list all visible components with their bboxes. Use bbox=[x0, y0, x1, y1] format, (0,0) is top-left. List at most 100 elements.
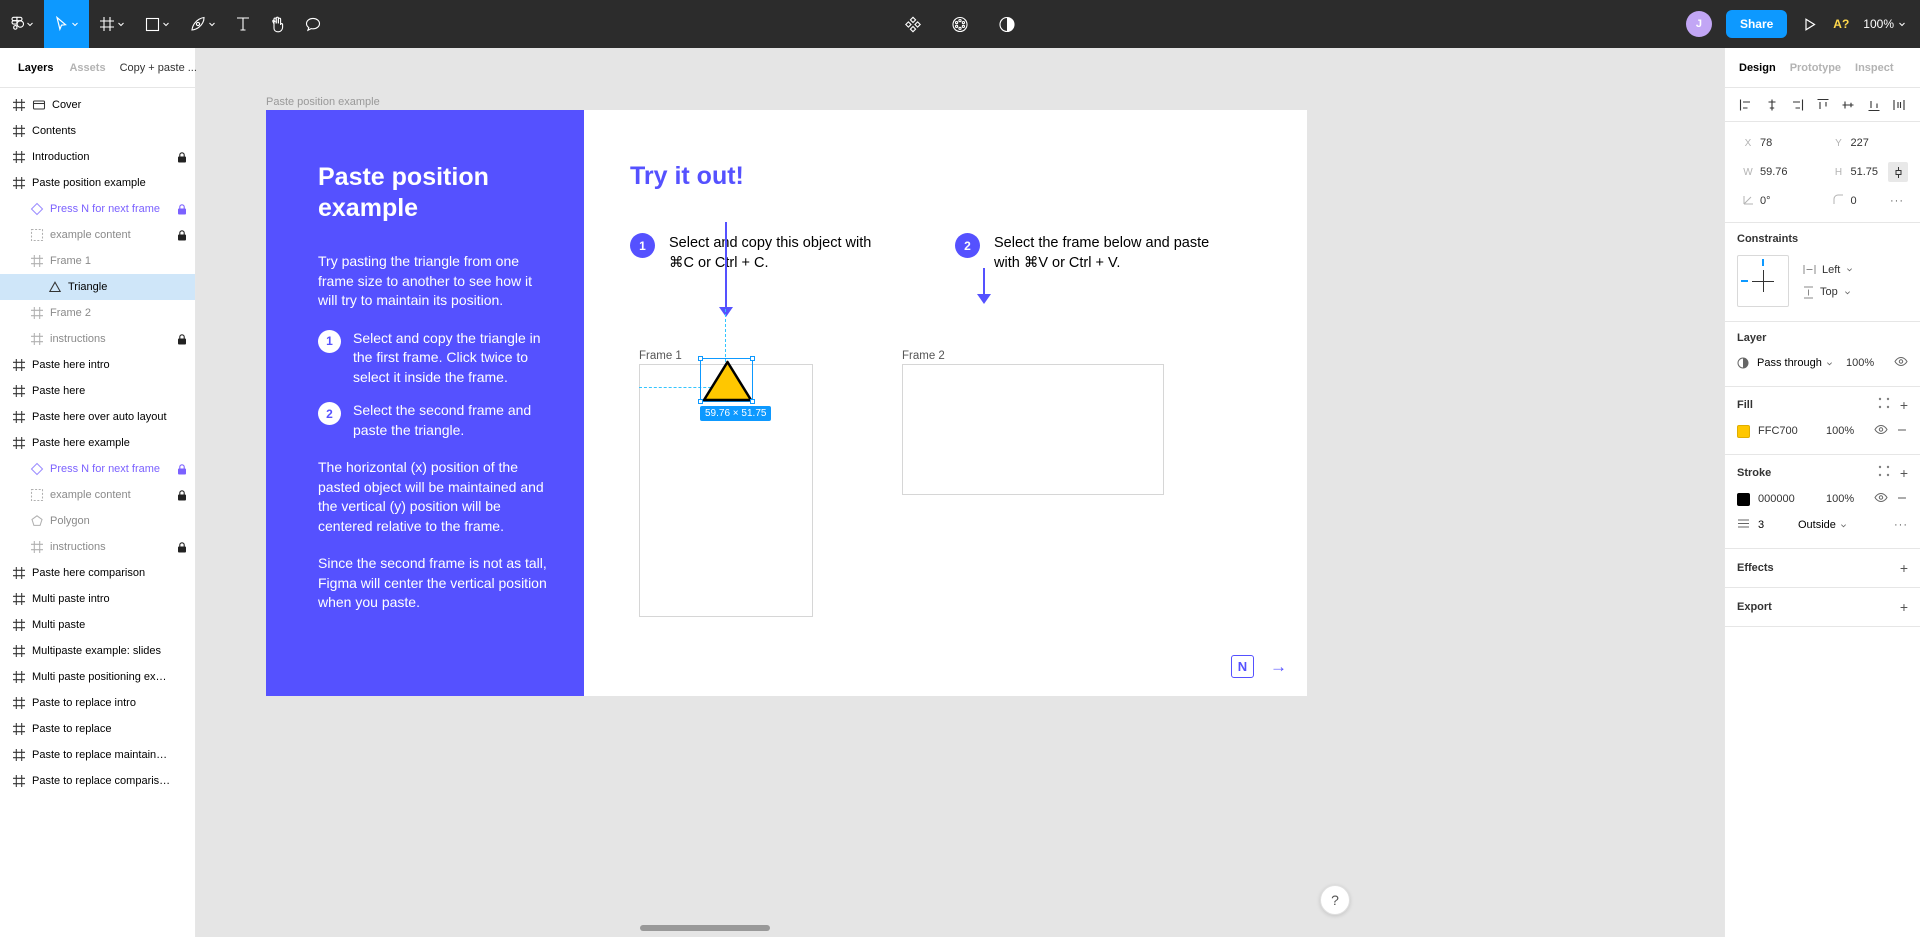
slide-artboard[interactable]: Paste position example Try pasting the t… bbox=[266, 110, 1307, 696]
align-top-button[interactable] bbox=[1814, 96, 1832, 114]
layer-visibility-toggle[interactable] bbox=[1894, 356, 1908, 370]
resize-handle-ne[interactable] bbox=[750, 356, 755, 361]
triangle-selection-box[interactable] bbox=[698, 356, 755, 404]
layer-row[interactable]: Paste to replace maintains object ... bbox=[0, 742, 195, 768]
tab-prototype[interactable]: Prototype bbox=[1790, 62, 1841, 74]
layer-row[interactable]: Frame 2 bbox=[0, 300, 195, 326]
stroke-visibility-toggle[interactable] bbox=[1874, 492, 1888, 506]
frame2-box[interactable] bbox=[902, 364, 1164, 495]
layer-row[interactable]: Cover bbox=[0, 92, 195, 118]
move-tool-button[interactable] bbox=[44, 0, 89, 48]
text-tool-button[interactable] bbox=[226, 0, 260, 48]
more-options-button[interactable]: ··· bbox=[1886, 195, 1908, 207]
align-bottom-button[interactable] bbox=[1865, 96, 1883, 114]
fill-opacity-value[interactable]: 100% bbox=[1826, 425, 1866, 437]
remove-fill-button[interactable] bbox=[1896, 424, 1908, 439]
y-field[interactable]: Y 227 bbox=[1828, 132, 1909, 154]
next-frame-key[interactable]: N bbox=[1231, 655, 1254, 678]
layer-row[interactable]: Paste here bbox=[0, 378, 195, 404]
comment-tool-button[interactable] bbox=[295, 0, 331, 48]
layer-row[interactable]: Contents bbox=[0, 118, 195, 144]
layer-row[interactable]: Multi paste bbox=[0, 612, 195, 638]
present-button[interactable] bbox=[1801, 0, 1819, 48]
fill-visibility-toggle[interactable] bbox=[1874, 424, 1888, 438]
layer-row[interactable]: Multi paste intro bbox=[0, 586, 195, 612]
next-frame-arrow-icon[interactable]: → bbox=[1270, 657, 1287, 677]
corner-radius-field[interactable]: 0 bbox=[1828, 190, 1885, 212]
layer-list[interactable]: Cover Contents Introduction Paste position … bbox=[0, 88, 195, 937]
layer-row[interactable]: Paste here comparison bbox=[0, 560, 195, 586]
help-button[interactable]: ? bbox=[1320, 885, 1350, 915]
add-fill-button[interactable]: + bbox=[1900, 398, 1908, 412]
design-canvas[interactable]: Paste position example Paste position ex… bbox=[196, 48, 1372, 937]
vertical-constraint-select[interactable]: Top bbox=[1803, 286, 1853, 299]
stroke-color-swatch[interactable] bbox=[1737, 492, 1750, 506]
anon-user-badge[interactable]: A? bbox=[1833, 17, 1849, 31]
tab-layers[interactable]: Layers bbox=[10, 62, 61, 74]
layer-row[interactable]: Paste to replace comparison bbox=[0, 768, 195, 794]
layer-row[interactable]: Paste here intro bbox=[0, 352, 195, 378]
shape-tool-button[interactable] bbox=[135, 0, 180, 48]
align-horizontal-center-button[interactable] bbox=[1763, 96, 1781, 114]
tab-design[interactable]: Design bbox=[1739, 62, 1776, 74]
layer-row[interactable]: Polygon bbox=[0, 508, 195, 534]
layer-row[interactable]: Paste to replace bbox=[0, 716, 195, 742]
blend-mode-select[interactable]: Pass through bbox=[1757, 357, 1838, 369]
layer-row[interactable]: Paste to replace intro bbox=[0, 690, 195, 716]
plugins-tool-button[interactable] bbox=[946, 0, 975, 48]
zoom-control[interactable]: 100% bbox=[1863, 17, 1910, 31]
stroke-weight-value[interactable]: 3 bbox=[1758, 519, 1790, 531]
resize-handle-nw[interactable] bbox=[698, 356, 703, 361]
fill-color-swatch[interactable] bbox=[1737, 424, 1750, 438]
layer-row[interactable]: instructions bbox=[0, 326, 195, 352]
tab-assets[interactable]: Assets bbox=[61, 62, 113, 74]
remove-stroke-button[interactable] bbox=[1896, 492, 1908, 507]
share-button[interactable]: Share bbox=[1725, 10, 1788, 38]
align-vertical-center-button[interactable] bbox=[1839, 96, 1857, 114]
page-selector[interactable]: Copy + paste ... bbox=[114, 62, 209, 74]
layer-row[interactable]: Press N for next frame bbox=[0, 196, 195, 222]
layer-row[interactable]: Multipaste example: slides bbox=[0, 638, 195, 664]
horizontal-scrollbar[interactable] bbox=[640, 925, 770, 931]
constrain-proportions-button[interactable] bbox=[1888, 162, 1908, 182]
figma-menu-button[interactable] bbox=[0, 0, 44, 48]
pen-tool-button[interactable] bbox=[180, 0, 226, 48]
layer-row[interactable]: Multi paste positioning example bbox=[0, 664, 195, 690]
layer-row[interactable]: Paste here example bbox=[0, 430, 195, 456]
fill-styles-button[interactable] bbox=[1878, 397, 1890, 412]
layer-row[interactable]: instructions bbox=[0, 534, 195, 560]
resize-handle-sw[interactable] bbox=[698, 399, 703, 404]
stroke-hex-value[interactable]: 000000 bbox=[1758, 493, 1818, 505]
layer-opacity-value[interactable]: 100% bbox=[1846, 357, 1886, 369]
layer-row[interactable]: example content bbox=[0, 222, 195, 248]
frame-tool-button[interactable] bbox=[89, 0, 135, 48]
tab-inspect[interactable]: Inspect bbox=[1855, 62, 1894, 74]
constraint-left-marker[interactable] bbox=[1741, 280, 1748, 282]
fill-hex-value[interactable]: FFC700 bbox=[1758, 425, 1818, 437]
stroke-styles-button[interactable] bbox=[1878, 465, 1890, 480]
add-stroke-button[interactable]: + bbox=[1900, 466, 1908, 480]
width-field[interactable]: W 59.76 bbox=[1737, 161, 1818, 183]
align-left-button[interactable] bbox=[1737, 96, 1755, 114]
constraint-top-marker[interactable] bbox=[1762, 259, 1764, 266]
layer-row[interactable]: Paste here over auto layout bbox=[0, 404, 195, 430]
layer-row[interactable]: Frame 1 bbox=[0, 248, 195, 274]
stroke-opacity-value[interactable]: 100% bbox=[1826, 493, 1866, 505]
add-effect-button[interactable]: + bbox=[1900, 561, 1908, 575]
layer-row[interactable]: Paste position example bbox=[0, 170, 195, 196]
rotation-field[interactable]: 0° bbox=[1737, 190, 1818, 212]
add-export-button[interactable]: + bbox=[1900, 600, 1908, 614]
x-field[interactable]: X 78 bbox=[1737, 132, 1818, 154]
align-right-button[interactable] bbox=[1788, 96, 1806, 114]
layer-row[interactable]: Triangle bbox=[0, 274, 195, 300]
stroke-align-select[interactable]: Outside bbox=[1798, 519, 1886, 531]
layer-row[interactable]: Introduction bbox=[0, 144, 195, 170]
horizontal-constraint-select[interactable]: Left bbox=[1803, 264, 1853, 276]
avatar[interactable]: J bbox=[1685, 11, 1712, 37]
constraints-widget[interactable] bbox=[1737, 255, 1789, 307]
layer-row[interactable]: Press N for next frame bbox=[0, 456, 195, 482]
resize-handle-se[interactable] bbox=[750, 399, 755, 404]
dev-mode-toggle-button[interactable] bbox=[993, 0, 1022, 48]
hand-tool-button[interactable] bbox=[260, 0, 295, 48]
layer-row[interactable]: example content bbox=[0, 482, 195, 508]
